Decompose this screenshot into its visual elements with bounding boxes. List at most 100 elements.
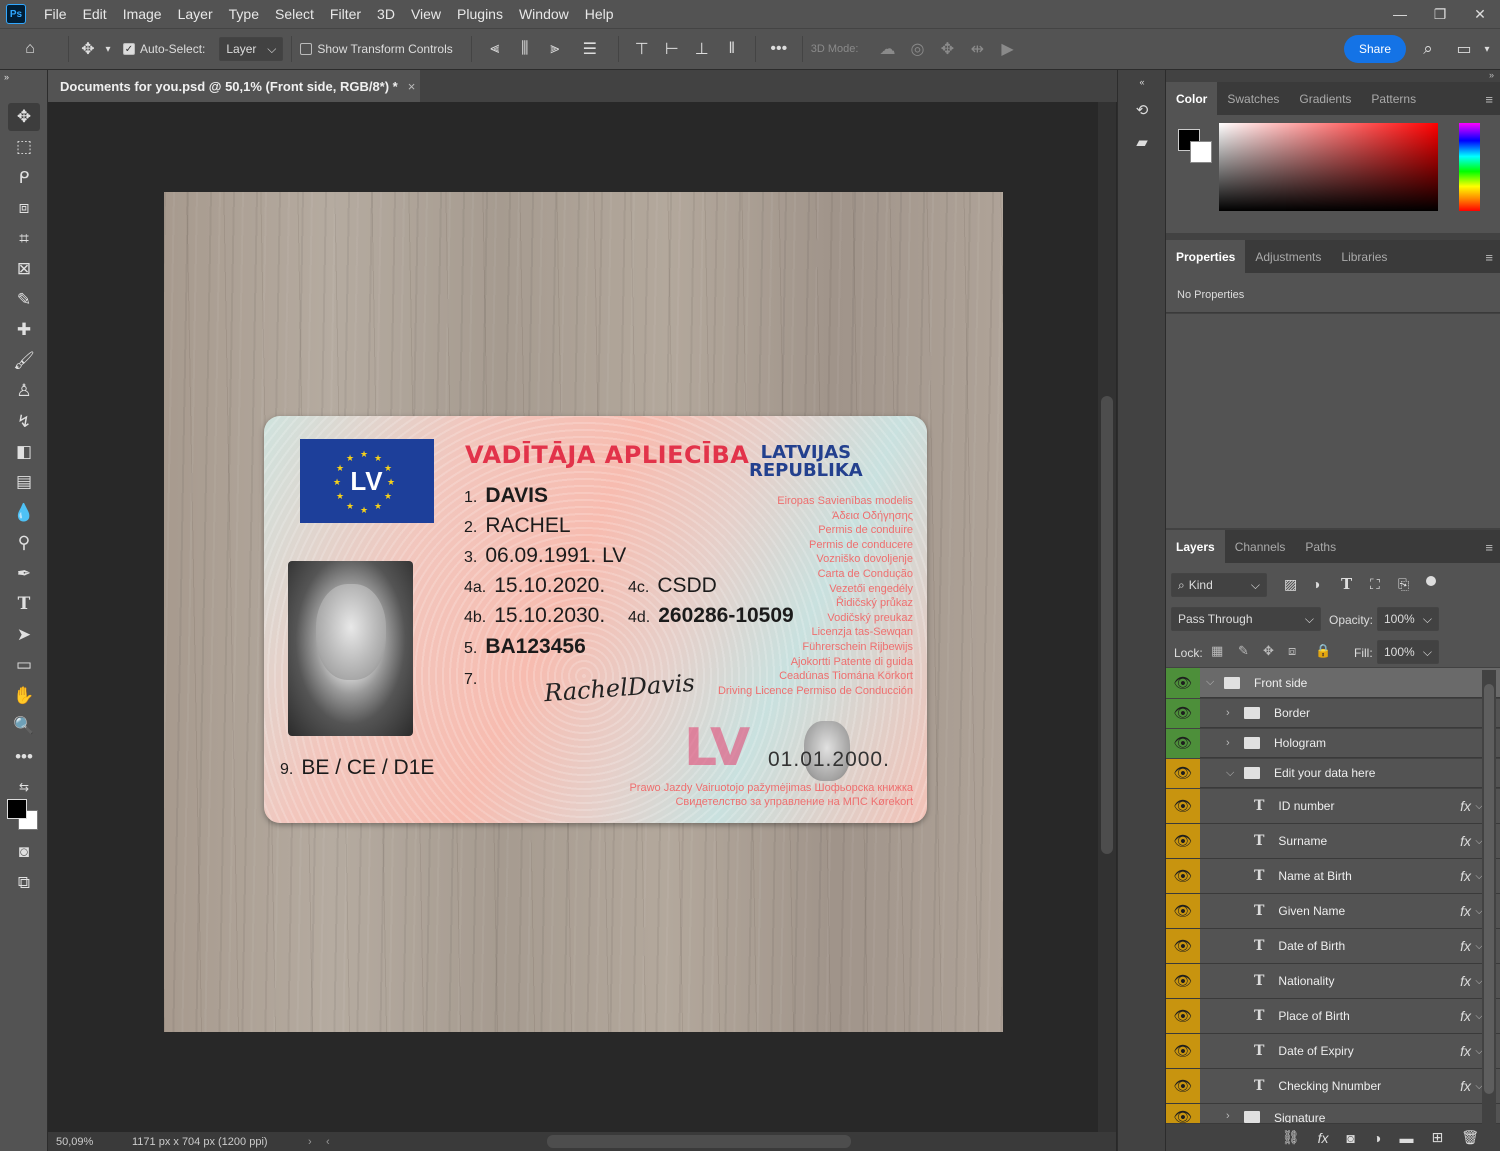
distribute-vertical-icon[interactable]: ‖ [717,28,747,70]
quick-mask-icon[interactable]: ◙ [8,838,40,866]
layer-row-nationality[interactable]: 👁 T Nationality fx ⌵ [1166,964,1500,999]
align-left-icon[interactable]: ⫷ [480,28,510,70]
scroll-left-icon[interactable]: ‹ [326,1136,330,1148]
align-center-icon[interactable]: ⫼ [510,28,540,70]
close-tab-icon[interactable]: × [408,79,416,94]
chevron-right-icon[interactable]: › [1226,1110,1236,1122]
layer-row-front-side[interactable]: 👁 ⌵ Front side [1166,667,1500,698]
screen-mode-icon[interactable]: ⧉ [8,869,40,897]
menu-image[interactable]: Image [115,0,170,28]
tab-libraries[interactable]: Libraries [1331,240,1397,273]
healing-brush-icon[interactable]: ✚ [8,316,40,344]
eraser-tool-icon[interactable]: ◧ [8,438,40,466]
distribute-icon[interactable]: ☰ [570,28,610,70]
visibility-eye-icon[interactable]: 👁 [1166,824,1200,858]
tab-color[interactable]: Color [1166,82,1218,115]
3d-camera-icon[interactable]: ▶ [992,28,1022,70]
chevron-down-icon[interactable]: ▾ [99,28,117,70]
auto-select-checkbox[interactable]: ✓ Auto-Select: [123,42,205,56]
lock-position-icon[interactable]: ✥ [1263,643,1274,659]
move-tool-icon[interactable]: ✥ [77,28,99,70]
filter-type-icon[interactable]: T [1341,575,1352,593]
filter-kind-dropdown[interactable]: ⌕ Kind ⌵ [1171,573,1267,597]
tab-adjustments[interactable]: Adjustments [1245,240,1331,273]
lasso-tool-icon[interactable]: ᑭ [8,164,40,192]
horizontal-scroll-thumb[interactable] [547,1135,851,1148]
new-adjustment-icon[interactable]: ◑ [1373,1130,1381,1146]
opacity-input[interactable]: 100% ⌵ [1377,607,1439,631]
menu-filter[interactable]: Filter [322,0,369,28]
menu-window[interactable]: Window [511,0,577,28]
filter-smart-object-icon[interactable]: ⎘ [1398,576,1409,593]
visibility-eye-icon[interactable]: 👁 [1166,929,1200,963]
3d-pan-icon[interactable]: ✥ [932,28,962,70]
auto-select-dropdown[interactable]: Layer ⌵ [219,37,284,61]
new-group-icon[interactable]: ▬ [1399,1130,1413,1146]
panel-menu-icon[interactable]: ≡ [1485,92,1493,107]
collapse-icon[interactable]: « [1130,70,1154,94]
path-select-icon[interactable]: ➤ [8,621,40,649]
layer-row-id-number[interactable]: 👁 T ID number fx ⌵ [1166,789,1500,824]
add-style-icon[interactable]: fx [1318,1130,1329,1146]
filter-pixel-icon[interactable]: ▨ [1284,576,1297,593]
tab-patterns[interactable]: Patterns [1361,82,1426,115]
filter-adjustment-icon[interactable]: ◑ [1312,576,1320,592]
tab-swatches[interactable]: Swatches [1217,82,1289,115]
tab-layers[interactable]: Layers [1166,530,1225,563]
zoom-tool-icon[interactable]: 🔍 [8,712,40,740]
layer-effects-icon[interactable]: fx [1460,1078,1471,1094]
tab-paths[interactable]: Paths [1295,530,1346,563]
restore-icon[interactable]: ❐ [1420,0,1460,28]
menu-plugins[interactable]: Plugins [449,0,511,28]
link-layers-icon[interactable]: ⛓ [1282,1129,1300,1146]
hand-tool-icon[interactable]: ✋ [8,682,40,710]
menu-file[interactable]: File [36,0,75,28]
layer-effects-icon[interactable]: fx [1460,833,1471,849]
object-select-tool-icon[interactable]: ⧈ [8,194,40,222]
blend-mode-dropdown[interactable]: Pass Through ⌵ [1171,607,1321,631]
layer-row-signature[interactable]: 👁 › Signature [1166,1104,1500,1124]
visibility-eye-icon[interactable]: 👁 [1166,728,1200,758]
layer-effects-icon[interactable]: fx [1460,973,1471,989]
stamp-tool-icon[interactable]: ♙ [8,377,40,405]
layer-row-given-name[interactable]: 👁 T Given Name fx ⌵ [1166,894,1500,929]
visibility-eye-icon[interactable]: 👁 [1166,1104,1200,1123]
comment-icon[interactable]: ▰ [1130,130,1154,154]
gradient-tool-icon[interactable]: ▤ [8,468,40,496]
crop-tool-icon[interactable]: ⌗ [8,225,40,253]
menu-type[interactable]: Type [221,0,267,28]
close-icon[interactable]: ✕ [1460,0,1500,28]
layer-effects-icon[interactable]: fx [1460,903,1471,919]
history-brush-icon[interactable]: ↯ [8,408,40,436]
more-options-icon[interactable]: ••• [764,28,794,70]
dodge-tool-icon[interactable]: ⚲ [8,529,40,557]
menu-help[interactable]: Help [577,0,622,28]
chevron-right-icon[interactable]: › [1226,707,1236,719]
visibility-eye-icon[interactable]: 👁 [1166,859,1200,893]
layer-effects-icon[interactable]: fx [1460,798,1471,814]
layer-row-hologram[interactable]: 👁 › Hologram [1166,728,1500,758]
checkbox-unchecked-icon[interactable] [300,43,313,55]
move-tool-icon[interactable]: ✥ [8,103,40,131]
checkbox-checked-icon[interactable]: ✓ [123,43,135,55]
layer-row-date-of-birth[interactable]: 👁 T Date of Birth fx ⌵ [1166,929,1500,964]
workspace-icon[interactable]: ▭ [1450,28,1478,70]
document-canvas[interactable]: ★ ★ ★ ★ ★ ★ ★ ★ ★ ★ ★ ★ LV VADĪTĀJA APLI… [164,192,1003,1032]
rectangle-tool-icon[interactable]: ▭ [8,651,40,679]
align-top-icon[interactable]: ⊤ [627,28,657,70]
3d-roll-icon[interactable]: ◎ [902,28,932,70]
chevron-right-icon[interactable]: › [308,1136,326,1148]
align-right-icon[interactable]: ⫸ [540,28,570,70]
layers-scroll-thumb[interactable] [1484,684,1494,1094]
tab-channels[interactable]: Channels [1225,530,1296,563]
visibility-eye-icon[interactable]: 👁 [1166,789,1200,823]
chevron-right-icon[interactable]: › [1226,737,1236,749]
brush-tool-icon[interactable]: 🖌 [8,347,40,375]
fill-input[interactable]: 100% ⌵ [1377,640,1439,664]
color-picker-field[interactable] [1219,123,1438,211]
more-tools-icon[interactable]: ••• [8,743,40,771]
pen-tool-icon[interactable]: ✒ [8,560,40,588]
3d-orbit-icon[interactable]: ☁ [872,28,902,70]
layer-row-place-of-birth[interactable]: 👁 T Place of Birth fx ⌵ [1166,999,1500,1034]
align-middle-icon[interactable]: ⊢ [657,28,687,70]
